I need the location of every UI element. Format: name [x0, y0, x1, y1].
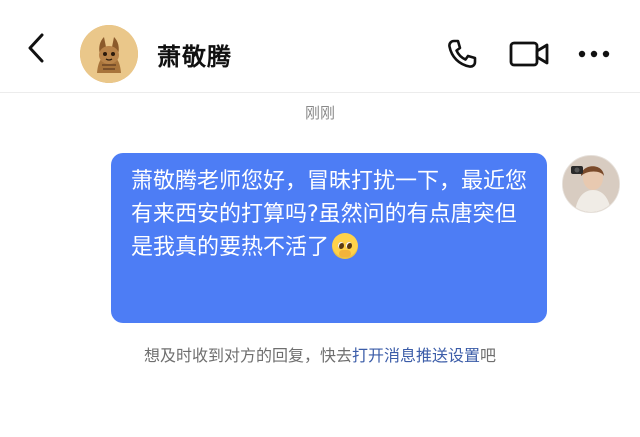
outgoing-message-bubble[interactable]: 萧敬腾老师您好，冒昧打扰一下，最近您有来西安的打算吗?虽然问的有点唐突但是我真的…: [111, 153, 547, 323]
message-timestamp: 刚刚: [304, 104, 335, 122]
push-notification-notice: 想及时收到对方的回复，快去打开消息推送设置吧: [0, 342, 640, 366]
phone-icon: [448, 39, 477, 68]
more-dots-icon: [578, 50, 610, 58]
notice-prefix: 想及时收到对方的回复，快去: [143, 346, 352, 365]
chat-header: 萧敬腾: [0, 0, 640, 93]
notice-suffix: 吧: [480, 346, 497, 365]
person-photo-icon: [563, 156, 619, 212]
message-text: 萧敬腾老师您好，冒昧打扰一下，最近您有来西安的打算吗?虽然问的有点唐突但是我真的…: [131, 169, 528, 260]
back-button[interactable]: [22, 33, 50, 63]
my-avatar[interactable]: [562, 155, 620, 213]
contact-name[interactable]: 萧敬腾: [157, 37, 232, 72]
pleading-face-emoji-icon: [332, 233, 359, 259]
cat-avatar-icon: [80, 25, 138, 83]
more-options-button[interactable]: [574, 36, 614, 72]
voice-call-button[interactable]: [444, 36, 480, 72]
contact-avatar[interactable]: [80, 25, 138, 83]
video-camera-icon: [509, 41, 549, 67]
video-call-button[interactable]: [508, 36, 552, 72]
back-arrow-icon: [28, 33, 44, 63]
open-push-settings-link[interactable]: 打开消息推送设置: [352, 346, 480, 365]
